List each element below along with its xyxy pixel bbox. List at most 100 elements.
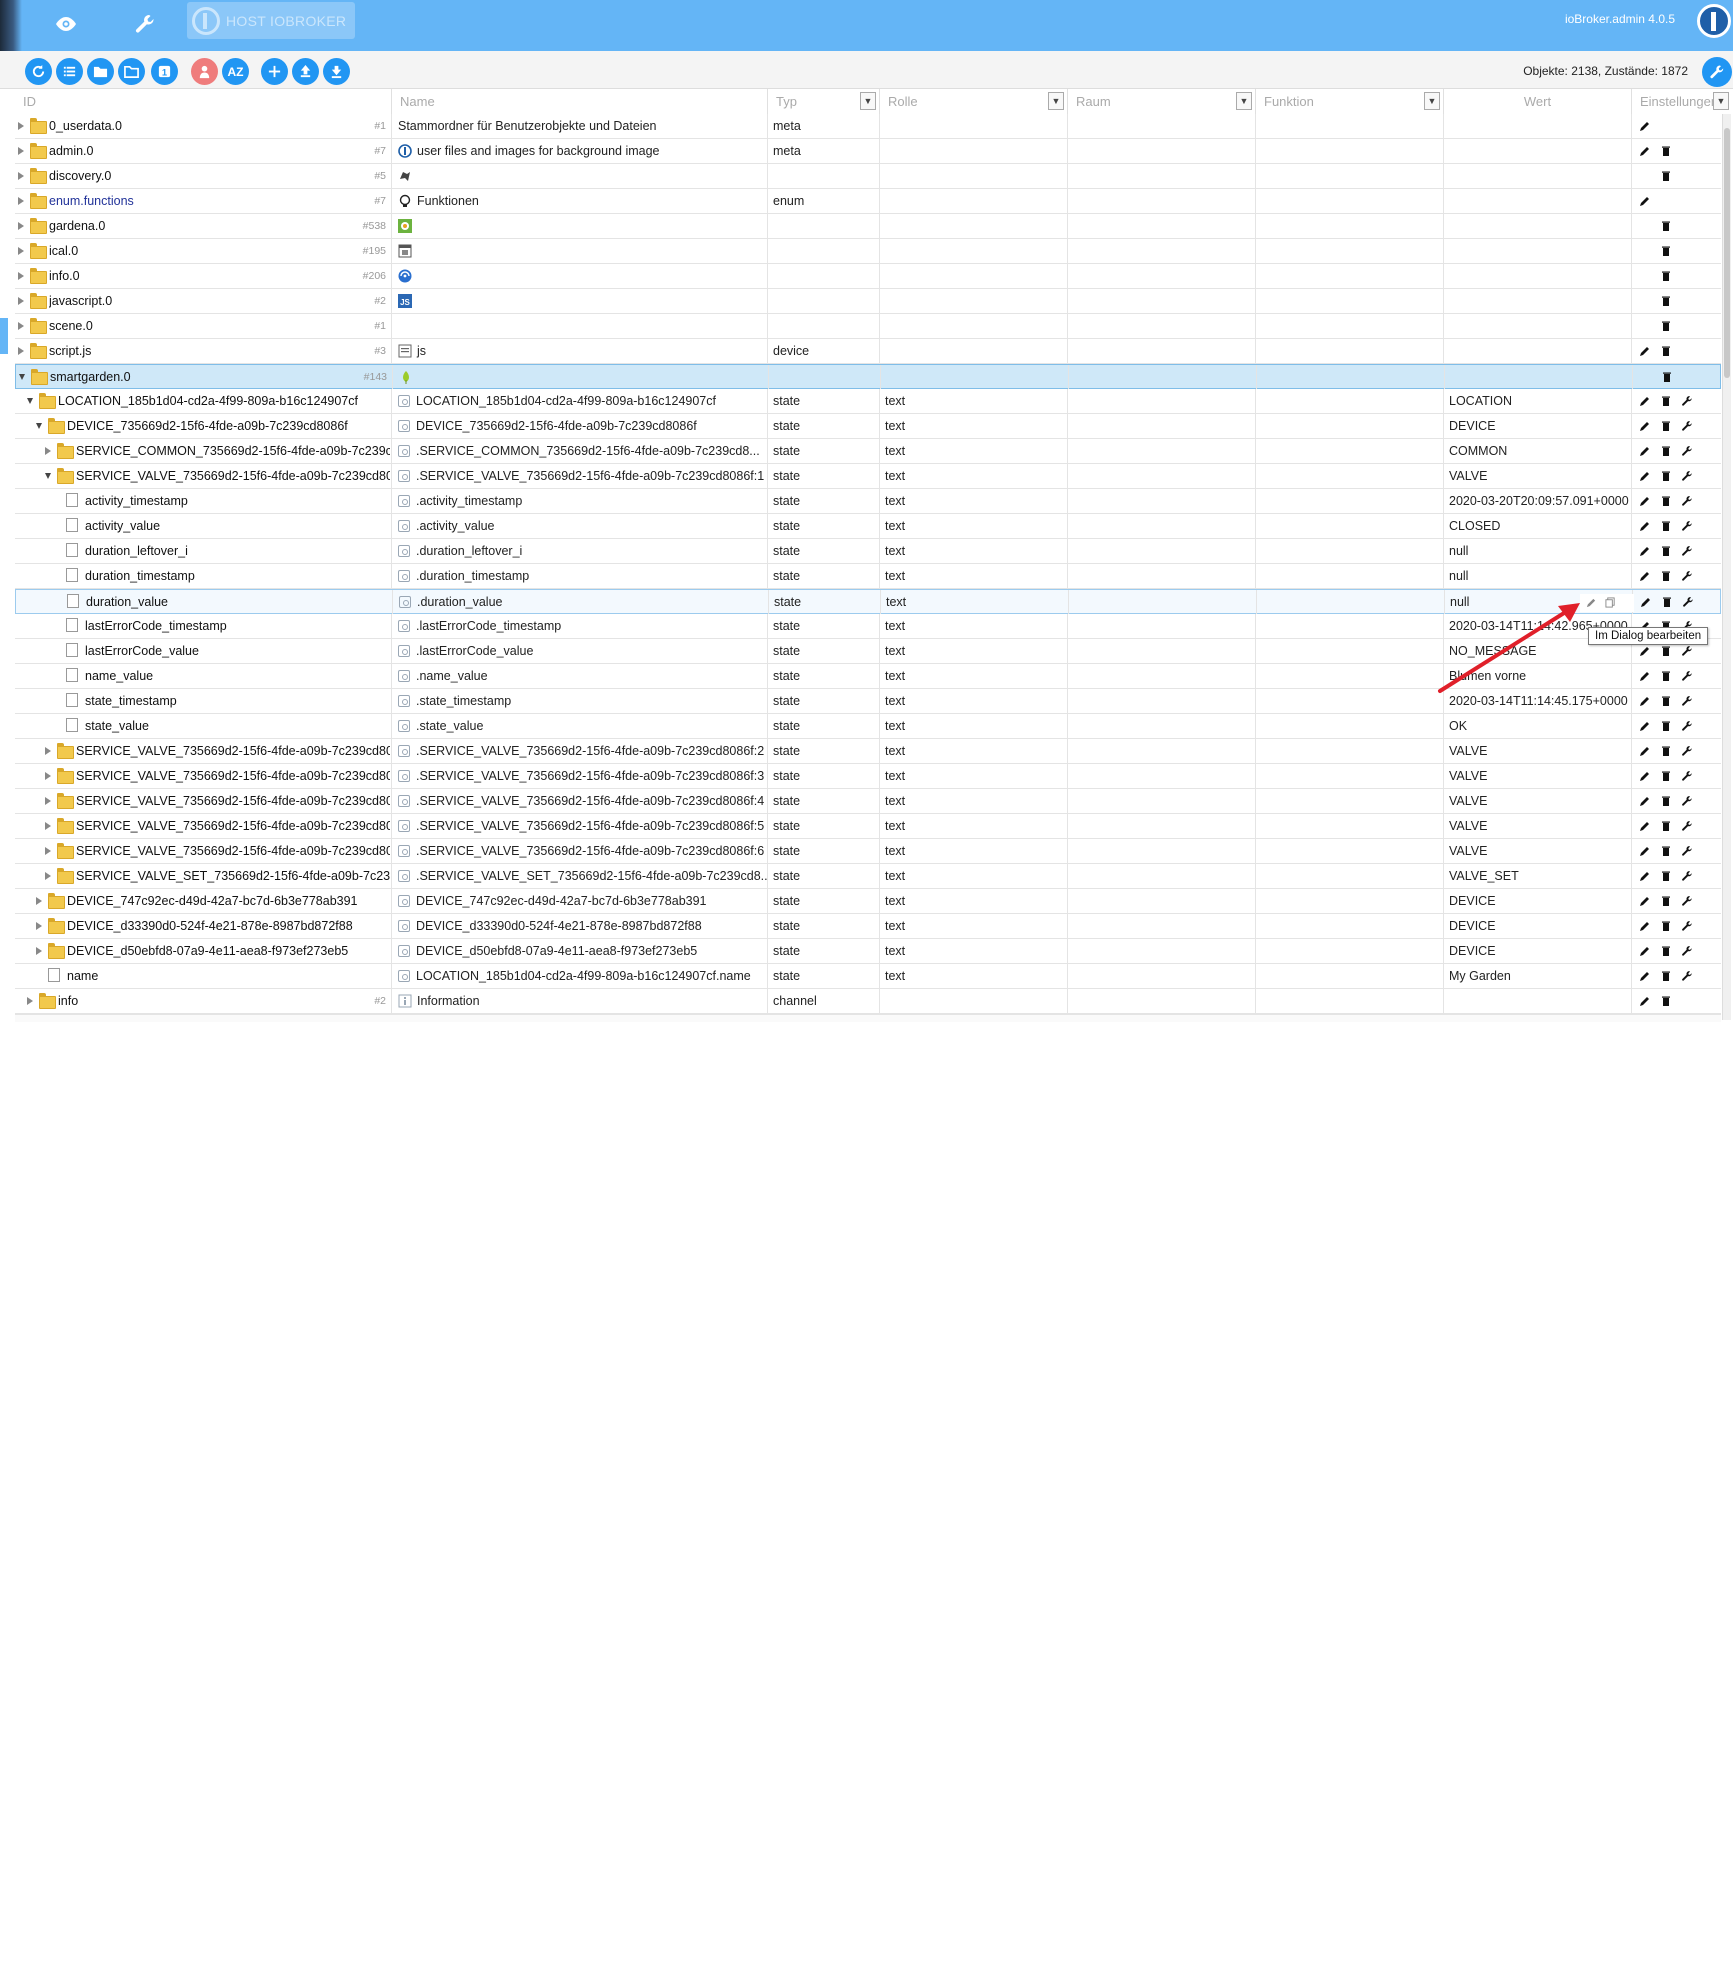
table-row[interactable]: scene.0 #1 bbox=[15, 314, 1721, 339]
edit-icon[interactable] bbox=[1637, 743, 1653, 759]
edit-icon[interactable] bbox=[1637, 518, 1653, 534]
id-cell[interactable]: DEVICE_d33390d0-524f-4e21-878e-8987bd872… bbox=[15, 914, 392, 938]
name-cell[interactable]: .activity_timestamp bbox=[392, 489, 768, 513]
edit-icon[interactable] bbox=[1637, 918, 1653, 934]
edit-icon[interactable] bbox=[1637, 968, 1653, 984]
name-cell[interactable]: .SERVICE_VALVE_735669d2-15f6-4fde-a09b-7… bbox=[392, 764, 768, 788]
table-row[interactable]: duration_leftover_i .duration_leftover_i s… bbox=[15, 539, 1721, 564]
delete-icon[interactable] bbox=[1658, 868, 1674, 884]
wert-cell[interactable]: LOCATION bbox=[1444, 389, 1632, 413]
table-row[interactable]: info.0 #206 bbox=[15, 264, 1721, 289]
id-cell[interactable]: duration_leftover_i bbox=[15, 539, 392, 563]
id-cell[interactable]: SERVICE_VALVE_735669d2-15f6-4fde-a09b-7c… bbox=[15, 464, 392, 488]
wert-cell[interactable]: VALVE bbox=[1444, 814, 1632, 838]
chevron-down-icon[interactable]: ▼ bbox=[1713, 92, 1729, 110]
column-header-einstellungen[interactable]: Einstellungen ▼ bbox=[1632, 89, 1729, 114]
wrench-icon[interactable] bbox=[1679, 693, 1695, 709]
name-cell[interactable]: .activity_value bbox=[392, 514, 768, 538]
id-cell[interactable]: name_value bbox=[15, 664, 392, 688]
wert-cell[interactable] bbox=[1444, 239, 1632, 263]
id-cell[interactable]: SERVICE_VALVE_735669d2-15f6-4fde-a09b-7c… bbox=[15, 739, 392, 763]
wrench-icon[interactable] bbox=[1679, 893, 1695, 909]
column-header-wert[interactable]: Wert bbox=[1444, 89, 1632, 114]
name-cell[interactable]: .lastErrorCode_timestamp bbox=[392, 614, 768, 638]
id-cell[interactable]: state_value bbox=[15, 714, 392, 738]
delete-icon[interactable] bbox=[1658, 768, 1674, 784]
wert-cell[interactable]: DEVICE bbox=[1444, 939, 1632, 963]
name-cell[interactable] bbox=[392, 314, 768, 338]
wrench-icon[interactable] bbox=[1679, 818, 1695, 834]
upload-icon[interactable] bbox=[292, 58, 319, 85]
name-cell[interactable] bbox=[392, 164, 768, 188]
wert-cell[interactable]: VALVE bbox=[1444, 764, 1632, 788]
wrench-icon[interactable] bbox=[1679, 768, 1695, 784]
wert-cell[interactable]: null bbox=[1444, 564, 1632, 588]
wert-cell[interactable]: COMMON bbox=[1444, 439, 1632, 463]
delete-icon[interactable] bbox=[1658, 268, 1674, 284]
id-cell[interactable]: SERVICE_VALVE_735669d2-15f6-4fde-a09b-7c… bbox=[15, 839, 392, 863]
wrench-icon[interactable] bbox=[125, 6, 165, 42]
id-cell[interactable]: discovery.0 #5 bbox=[15, 164, 392, 188]
delete-icon[interactable] bbox=[1658, 643, 1674, 659]
id-cell[interactable]: state_timestamp bbox=[15, 689, 392, 713]
delete-icon[interactable] bbox=[1658, 218, 1674, 234]
table-row[interactable]: SERVICE_VALVE_735669d2-15f6-4fde-a09b-7c… bbox=[15, 464, 1721, 489]
chevron-down-icon[interactable]: ▼ bbox=[860, 92, 876, 110]
id-cell[interactable]: scene.0 #1 bbox=[15, 314, 392, 338]
collapsed-toggle-icon[interactable] bbox=[18, 322, 24, 330]
id-cell[interactable]: info.0 #206 bbox=[15, 264, 392, 288]
edit-icon[interactable] bbox=[1637, 993, 1653, 1009]
table-row[interactable]: SERVICE_VALVE_735669d2-15f6-4fde-a09b-7c… bbox=[15, 739, 1721, 764]
collapsed-toggle-icon[interactable] bbox=[18, 297, 24, 305]
table-row[interactable]: duration_timestamp .duration_timestamp sta… bbox=[15, 564, 1721, 589]
wert-cell[interactable] bbox=[1444, 214, 1632, 238]
table-row[interactable]: javascript.0 #2 JS bbox=[15, 289, 1721, 314]
table-row[interactable]: 0_userdata.0 #1 Stammordner für Benutzerob… bbox=[15, 114, 1721, 139]
edit-icon[interactable] bbox=[1637, 543, 1653, 559]
name-cell[interactable] bbox=[392, 214, 768, 238]
id-cell[interactable]: SERVICE_VALVE_735669d2-15f6-4fde-a09b-7c… bbox=[15, 789, 392, 813]
collapsed-toggle-icon[interactable] bbox=[18, 122, 24, 130]
id-cell[interactable]: DEVICE_735669d2-15f6-4fde-a09b-7c239cd80… bbox=[15, 414, 392, 438]
expanded-toggle-icon[interactable] bbox=[45, 473, 51, 479]
refresh-icon[interactable] bbox=[25, 58, 52, 85]
table-row[interactable]: gardena.0 #538 bbox=[15, 214, 1721, 239]
name-cell[interactable] bbox=[392, 239, 768, 263]
name-cell[interactable]: .SERVICE_COMMON_735669d2-15f6-4fde-a09b-… bbox=[392, 439, 768, 463]
delete-icon[interactable] bbox=[1658, 468, 1674, 484]
wert-cell[interactable]: My Garden bbox=[1444, 964, 1632, 988]
wrench-icon[interactable] bbox=[1679, 943, 1695, 959]
wrench-icon[interactable] bbox=[1680, 594, 1696, 610]
wrench-icon[interactable] bbox=[1679, 793, 1695, 809]
table-row[interactable]: info #2 Information channel bbox=[15, 989, 1721, 1014]
table-row[interactable]: SERVICE_VALVE_SET_735669d2-15f6-4fde-a09… bbox=[15, 864, 1721, 889]
table-row[interactable]: admin.0 #7 user files and images for backg… bbox=[15, 139, 1721, 164]
id-cell[interactable]: lastErrorCode_value bbox=[15, 639, 392, 663]
edit-icon[interactable] bbox=[1637, 343, 1653, 359]
collapsed-toggle-icon[interactable] bbox=[45, 847, 51, 855]
vertical-scrollbar[interactable] bbox=[1722, 114, 1731, 1020]
edit-icon[interactable] bbox=[1637, 843, 1653, 859]
delete-icon[interactable] bbox=[1658, 418, 1674, 434]
id-cell[interactable]: LOCATION_185b1d04-cd2a-4f99-809a-b16c124… bbox=[15, 389, 392, 413]
collapsed-toggle-icon[interactable] bbox=[18, 147, 24, 155]
wrench-icon[interactable] bbox=[1679, 468, 1695, 484]
table-row[interactable]: smartgarden.0 #143 bbox=[15, 364, 1721, 389]
column-header-id[interactable]: ID bbox=[15, 89, 392, 114]
wert-cell[interactable]: null bbox=[1444, 539, 1632, 563]
edit-icon[interactable] bbox=[1637, 793, 1653, 809]
delete-icon[interactable] bbox=[1658, 318, 1674, 334]
wert-cell[interactable] bbox=[1444, 289, 1632, 313]
edit-icon[interactable] bbox=[1637, 568, 1653, 584]
expanded-toggle-icon[interactable] bbox=[27, 398, 33, 404]
collapsed-toggle-icon[interactable] bbox=[45, 772, 51, 780]
delete-icon[interactable] bbox=[1658, 968, 1674, 984]
id-cell[interactable]: ical.0 #195 bbox=[15, 239, 392, 263]
name-cell[interactable]: LOCATION_185b1d04-cd2a-4f99-809a-b16c124… bbox=[392, 389, 768, 413]
id-cell[interactable]: script.js #3 bbox=[15, 339, 392, 363]
chevron-down-icon[interactable]: ▼ bbox=[1048, 92, 1064, 110]
table-row[interactable]: ical.0 #195 bbox=[15, 239, 1721, 264]
wert-cell[interactable]: VALVE bbox=[1444, 839, 1632, 863]
name-cell[interactable]: .SERVICE_VALVE_SET_735669d2-15f6-4fde-a0… bbox=[392, 864, 768, 888]
name-cell[interactable]: JS bbox=[392, 289, 768, 313]
